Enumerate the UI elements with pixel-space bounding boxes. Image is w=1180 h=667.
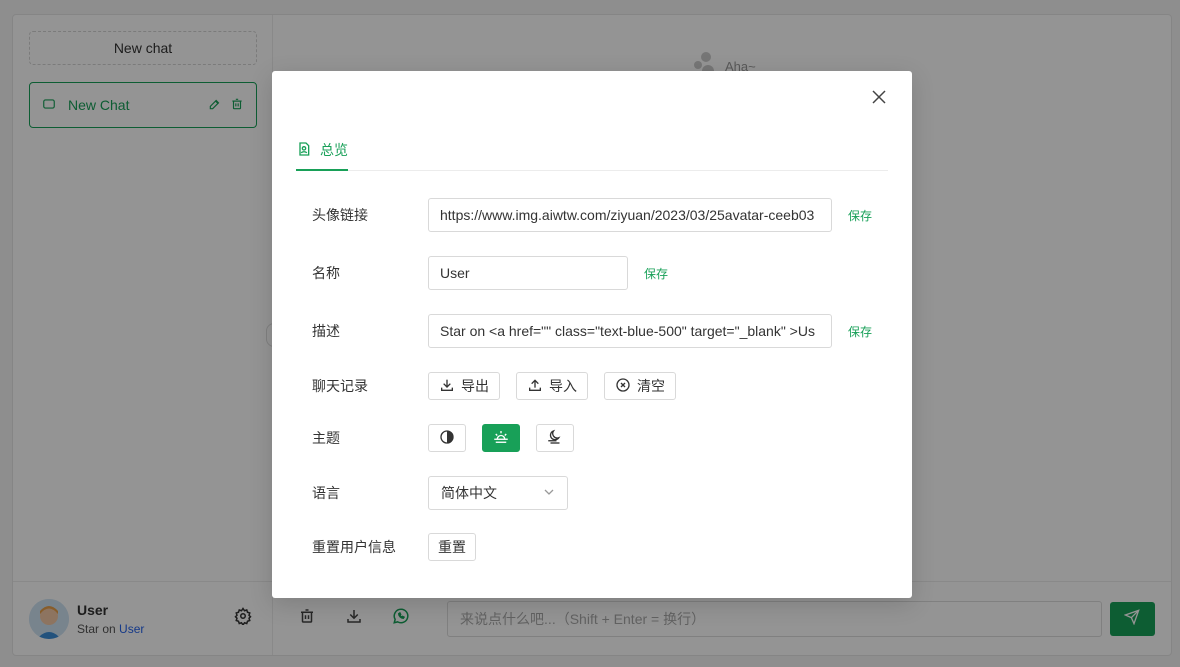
tab-overview[interactable]: 总览 [296,137,348,171]
language-value: 简体中文 [441,485,497,501]
description-save-button[interactable]: 保存 [848,323,872,340]
settings-tabs: 总览 [296,137,888,171]
clear-button[interactable]: 清空 [604,372,676,400]
theme-dark-button[interactable] [536,424,574,452]
download-icon [439,377,455,396]
export-button[interactable]: 导出 [428,372,500,400]
reset-row: 重置用户信息 重置 [312,533,492,561]
language-row: 语言 简体中文 [312,476,568,510]
circle-x-icon [615,377,631,396]
avatar-save-button[interactable]: 保存 [848,207,872,224]
close-icon [871,89,887,110]
language-select[interactable]: 简体中文 [428,476,568,510]
name-row: 名称 保存 [312,256,668,290]
theme-row: 主题 [312,424,590,452]
reset-button[interactable]: 重置 [428,533,476,561]
description-input[interactable] [428,314,832,348]
avatar-url-input[interactable] [428,198,832,232]
contrast-icon [439,429,455,448]
name-save-button[interactable]: 保存 [644,265,668,282]
name-input[interactable] [428,256,628,290]
sun-icon [492,428,510,449]
upload-icon [527,377,543,396]
theme-light-button[interactable] [482,424,520,452]
name-label: 名称 [312,265,340,281]
language-label: 语言 [312,485,340,501]
close-button[interactable] [868,88,890,110]
description-row: 描述 保存 [312,314,872,348]
settings-modal: 总览 头像链接 保存 名称 保存 描述 保存 聊天记录 导出 导入 [272,71,912,598]
moon-icon [546,428,564,449]
theme-auto-button[interactable] [428,424,466,452]
theme-label: 主题 [312,430,340,446]
import-button[interactable]: 导入 [516,372,588,400]
chevron-down-icon [543,485,555,501]
chat-history-row: 聊天记录 导出 导入 清空 [312,372,692,400]
avatar-label: 头像链接 [312,207,368,223]
reset-label: 重置用户信息 [312,539,396,555]
chat-history-label: 聊天记录 [312,378,368,394]
tab-overview-label: 总览 [320,142,348,158]
description-label: 描述 [312,323,340,339]
avatar-row: 头像链接 保存 [312,198,872,232]
user-card-icon [296,141,312,160]
